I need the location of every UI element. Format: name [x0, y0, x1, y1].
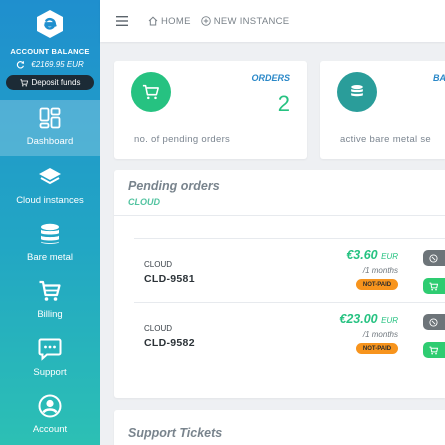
orders-stat-title: ORDERS: [251, 73, 290, 83]
top-bar: HOME NEW INSTANCE: [100, 0, 445, 42]
sidebar-item-bare-metal[interactable]: Bare metal: [0, 216, 100, 272]
sidebar-item-billing[interactable]: Billing: [0, 273, 100, 329]
sidebar-item-label: Account: [32, 424, 68, 435]
home-link[interactable]: HOME: [148, 16, 191, 27]
layers-icon: [39, 168, 61, 185]
status-badge: NOT-PAID: [356, 279, 398, 290]
order-id: CLD-9582: [144, 337, 195, 349]
bare-metal-stat-card[interactable]: BA active bare metal se: [320, 61, 445, 159]
sidebar-item-label: Support: [33, 367, 67, 378]
order-currency: EUR: [381, 316, 398, 325]
order-row[interactable]: CLOUD CLD-9581 €3.60 EUR /1 months NOT-P…: [134, 238, 445, 303]
chat-icon: [38, 338, 62, 361]
sidebar-item-dashboard[interactable]: Dashboard: [0, 100, 100, 156]
pending-orders-title: Pending orders: [128, 179, 220, 193]
pay-order-button[interactable]: [423, 342, 445, 358]
sidebar-item-label: Cloud instances: [16, 195, 84, 206]
divider: [114, 215, 445, 216]
logo-icon: [37, 10, 63, 38]
dashboard-icon: [39, 107, 61, 129]
order-price: €3.60 EUR: [346, 248, 398, 262]
order-amount: €23.00: [339, 312, 378, 326]
support-tickets-title: Support Tickets: [128, 426, 223, 440]
order-period: /1 months: [362, 330, 398, 339]
home-label: HOME: [161, 15, 191, 27]
bare-metal-stat-caption: active bare metal se: [340, 134, 432, 145]
orders-stat-caption: no. of pending orders: [134, 134, 231, 145]
balance-value: €2169.95 EUR: [31, 60, 84, 69]
cancel-order-button[interactable]: [423, 314, 445, 330]
brand-logo[interactable]: [0, 0, 100, 44]
order-amount: €3.60: [346, 248, 378, 262]
order-currency: EUR: [381, 252, 398, 261]
bare-metal-stat-title: BA: [433, 73, 445, 83]
pending-orders-subtitle: CLOUD: [128, 197, 160, 207]
order-type: CLOUD: [144, 260, 173, 269]
orders-icon-circle: [131, 72, 171, 112]
sidebar-item-cloud-instances[interactable]: Cloud instances: [0, 159, 100, 215]
cancel-icon: [429, 317, 438, 327]
cancel-order-button[interactable]: [423, 250, 445, 266]
database-icon: [41, 223, 59, 244]
new-instance-link[interactable]: NEW INSTANCE: [200, 15, 290, 27]
sidebar-item-label: Bare metal: [27, 252, 73, 263]
sidebar-item-label: Dashboard: [26, 136, 74, 147]
sidebar-item-account[interactable]: Account: [0, 388, 100, 444]
pay-order-button[interactable]: [423, 278, 445, 294]
cart-icon: [429, 282, 438, 290]
divider: [134, 238, 445, 239]
order-type: CLOUD: [144, 324, 173, 333]
deposit-funds-button[interactable]: Deposit funds: [6, 75, 94, 90]
hamburger-menu-icon[interactable]: [116, 16, 128, 26]
status-badge: NOT-PAID: [356, 343, 398, 354]
cancel-icon: [429, 253, 438, 263]
order-id: CLD-9581: [144, 273, 195, 285]
sidebar-item-label: Billing: [37, 309, 63, 320]
order-price: €23.00 EUR: [339, 312, 398, 326]
order-period: /1 months: [362, 266, 398, 275]
order-row[interactable]: CLOUD CLD-9582 €23.00 EUR /1 months NOT-…: [134, 302, 445, 366]
account-balance: €2169.95 EUR: [0, 60, 100, 69]
cart-icon: [142, 84, 159, 100]
account-balance-label: ACCOUNT BALANCE: [10, 47, 90, 56]
sidebar: ACCOUNT BALANCE €2169.95 EUR Deposit fun…: [0, 0, 100, 445]
orders-stat-value: 2: [277, 91, 290, 116]
home-icon: [148, 16, 158, 26]
database-icon: [351, 84, 363, 97]
orders-stat-card[interactable]: ORDERS 2 no. of pending orders: [114, 61, 307, 159]
user-icon: [38, 394, 62, 418]
cart-icon: [39, 280, 61, 301]
cart-icon: [19, 78, 28, 87]
deposit-funds-label: Deposit funds: [31, 78, 81, 87]
cart-icon: [429, 346, 438, 354]
refresh-icon[interactable]: [16, 60, 25, 69]
bare-metal-icon-circle: [337, 72, 377, 112]
new-instance-label: NEW INSTANCE: [213, 15, 290, 27]
sidebar-item-support[interactable]: Support: [0, 331, 100, 387]
plus-circle-icon: [200, 16, 211, 26]
